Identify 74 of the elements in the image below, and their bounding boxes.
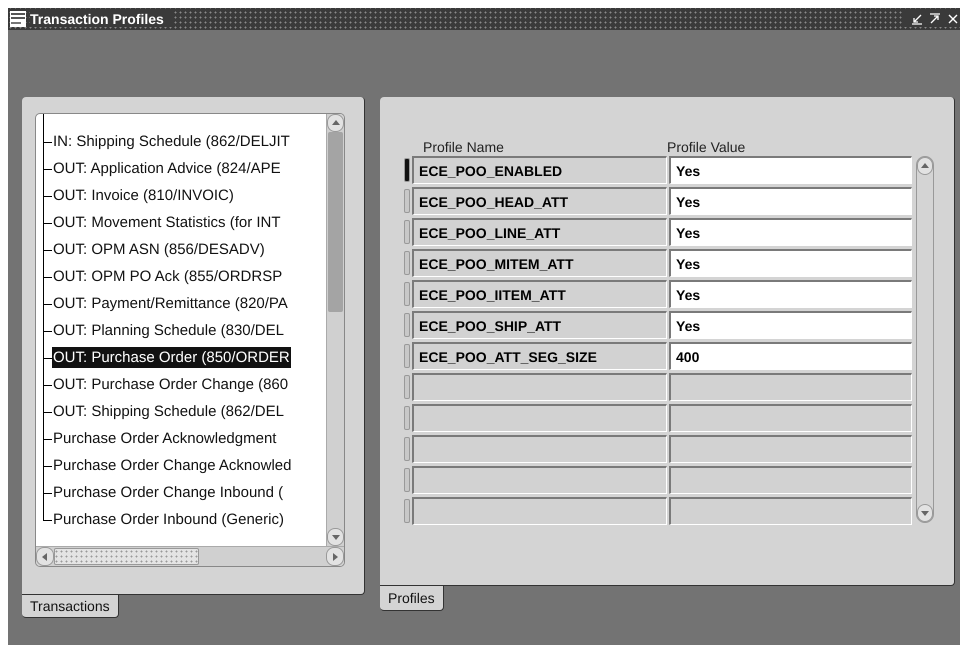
tree-item[interactable]: Purchase Order Inbound (Generic) bbox=[52, 509, 285, 530]
minimize-icon bbox=[911, 13, 923, 25]
table-cell: ECE_POO_SHIP_ATT bbox=[412, 311, 667, 339]
scroll-up-button[interactable] bbox=[327, 114, 344, 132]
value-field[interactable] bbox=[669, 373, 912, 401]
tree-item[interactable]: IN: Shipping Schedule (862/DELJIT bbox=[52, 131, 291, 152]
vertical-scrollbar[interactable] bbox=[326, 114, 344, 546]
tree-item[interactable]: OUT: Purchase Order Change (860 bbox=[52, 374, 290, 395]
table-cell: ECE_POO_ENABLED bbox=[412, 156, 667, 184]
tree-connector bbox=[43, 425, 52, 452]
record-indicator[interactable] bbox=[404, 158, 410, 182]
vertical-scrollbar[interactable] bbox=[916, 156, 934, 523]
tree-connector bbox=[43, 236, 52, 263]
tree-connector bbox=[43, 344, 52, 371]
scrollbar-thumb[interactable] bbox=[328, 132, 343, 312]
tree-connector bbox=[43, 155, 52, 182]
tree-connector bbox=[43, 479, 52, 506]
tree-item[interactable]: Purchase Order Change Inbound ( bbox=[52, 482, 284, 503]
tree-item[interactable]: OUT: Planning Schedule (830/DEL bbox=[52, 320, 285, 341]
value-field[interactable]: Yes bbox=[669, 280, 912, 308]
scroll-up-button[interactable] bbox=[917, 157, 933, 175]
up-arrow-icon bbox=[330, 118, 340, 128]
table-cell: ECE_POO_LINE_ATT bbox=[412, 218, 667, 246]
table-cell: ECE_POO_MITEM_ATT bbox=[412, 249, 667, 277]
tree-item[interactable]: OUT: Movement Statistics (for INT bbox=[52, 212, 282, 233]
window-title: Transaction Profiles bbox=[30, 11, 172, 27]
value-field[interactable]: Yes bbox=[669, 187, 912, 215]
right-arrow-icon bbox=[330, 552, 340, 562]
table-cell: ECE_POO_HEAD_ATT bbox=[412, 187, 667, 215]
tree-connector bbox=[43, 263, 52, 290]
tree-connector bbox=[43, 371, 52, 398]
scroll-down-button[interactable] bbox=[917, 504, 933, 522]
tree-connector bbox=[43, 452, 52, 479]
tree-connector bbox=[43, 209, 52, 236]
tree-item[interactable]: OUT: Invoice (810/INVOIC) bbox=[52, 185, 235, 206]
maximize-icon bbox=[929, 13, 941, 25]
scroll-down-button[interactable] bbox=[327, 528, 344, 546]
tree-item[interactable]: OUT: Purchase Order (850/ORDER bbox=[52, 347, 291, 368]
tree-item[interactable]: OUT: OPM ASN (856/DESADV) bbox=[52, 239, 266, 260]
tree-connector bbox=[43, 182, 52, 209]
column-header: Profile Name bbox=[422, 139, 505, 155]
tab[interactable]: Profiles bbox=[380, 585, 444, 611]
close-icon bbox=[948, 13, 958, 25]
value-field[interactable] bbox=[669, 466, 912, 494]
app-logo-icon bbox=[10, 11, 26, 27]
table-cell: ECE_POO_IITEM_ATT bbox=[412, 280, 667, 308]
horizontal-scrollbar[interactable] bbox=[36, 546, 344, 566]
scroll-right-button[interactable] bbox=[326, 547, 344, 566]
tree-connector bbox=[43, 317, 52, 344]
value-field[interactable] bbox=[669, 404, 912, 432]
value-field[interactable]: Yes bbox=[669, 311, 912, 339]
tree-item[interactable]: Purchase Order Acknowledgment bbox=[52, 428, 278, 449]
tree-item[interactable]: OUT: Application Advice (824/APE bbox=[52, 158, 282, 179]
tree-connector bbox=[43, 290, 52, 317]
scroll-left-button[interactable] bbox=[36, 547, 54, 566]
scrollbar-thumb[interactable] bbox=[54, 548, 199, 565]
table-cell: ECE_POO_ATT_SEG_SIZE bbox=[412, 342, 667, 370]
down-arrow-icon bbox=[920, 508, 930, 518]
value-field[interactable]: 400 bbox=[669, 342, 912, 370]
column-header: Profile Value bbox=[666, 139, 746, 155]
left-arrow-icon bbox=[40, 552, 50, 562]
down-arrow-icon bbox=[330, 532, 340, 542]
tree-connector bbox=[43, 398, 52, 425]
tree-item[interactable]: Purchase Order Change Acknowled bbox=[52, 455, 292, 476]
tab[interactable]: Transactions bbox=[22, 594, 119, 618]
up-arrow-icon bbox=[920, 161, 930, 171]
value-field[interactable]: Yes bbox=[669, 218, 912, 246]
tree-item[interactable]: OUT: Shipping Schedule (862/DEL bbox=[52, 401, 285, 422]
tree-item[interactable]: OUT: OPM PO Ack (855/ORDRSP bbox=[52, 266, 284, 287]
value-field[interactable]: Yes bbox=[669, 156, 912, 184]
value-field[interactable]: Yes bbox=[669, 249, 912, 277]
tree-item[interactable]: OUT: Payment/Remittance (820/PA bbox=[52, 293, 289, 314]
value-field[interactable] bbox=[669, 497, 912, 525]
value-field[interactable] bbox=[669, 435, 912, 463]
